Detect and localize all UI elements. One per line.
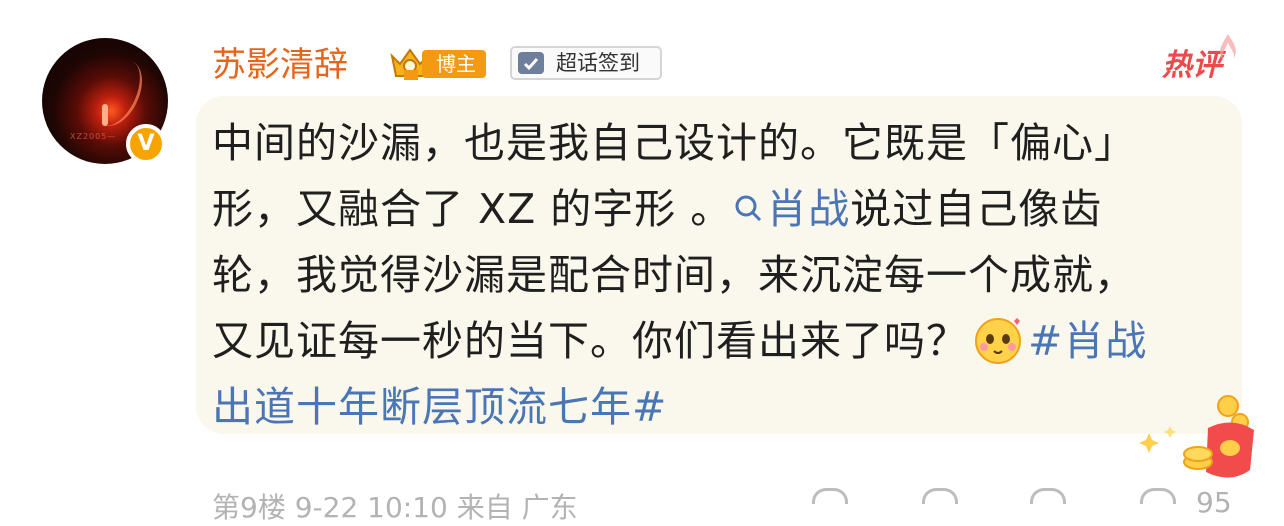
search-icon — [735, 195, 762, 222]
hot-comment-label: 热评 — [1162, 48, 1222, 83]
comment-line-3: 轮，我觉得沙漏是配合时间，来沉淀每一个成就， — [212, 251, 1136, 299]
blogger-badge[interactable]: 博主 — [388, 44, 500, 82]
topic-hashtag-start[interactable]: #肖战 — [1028, 317, 1147, 365]
comment-text: 中间的沙漏，也是我自己设计的。它既是「偏心」 形，又融合了 XZ 的字形 。肖战… — [212, 110, 1222, 440]
comment-icon[interactable] — [1030, 488, 1066, 504]
comment-line-2-tail: 说过自己像齿 — [850, 185, 1103, 233]
comment-line-2-text: 形，又融合了 XZ 的字形 。 — [212, 185, 733, 233]
verified-badge-icon: V — [126, 124, 166, 164]
hot-comment-tag: 热评 — [1162, 34, 1242, 88]
comment-line-4: 又见证每一秒的当下。你们看出来了吗？ #肖战 — [212, 308, 1222, 374]
comment-line-5: 出道十年断层顶流七年# — [212, 374, 1222, 440]
checkin-badge[interactable]: 超话签到 — [510, 46, 662, 80]
username[interactable]: 苏影清辞 — [212, 40, 348, 90]
flame-icon — [1220, 34, 1236, 62]
comment-line-1: 中间的沙漏，也是我自己设计的。它既是「偏心」 — [212, 119, 1136, 167]
blogger-badge-label: 博主 — [422, 50, 486, 78]
mention-link-text: 肖战 — [766, 185, 851, 233]
avatar-swirl — [83, 52, 152, 134]
avatar-watermark: XZ2005— — [70, 132, 117, 141]
comment-line-4-text: 又见证每一秒的当下。你们看出来了吗？ — [212, 317, 968, 365]
mention-link[interactable]: 肖战 — [732, 185, 850, 233]
blushing-emoji-icon — [975, 318, 1021, 364]
like-count: 95 — [1196, 486, 1232, 519]
checkin-badge-label: 超话签到 — [556, 51, 640, 75]
topic-hashtag-end[interactable]: 出道十年断层顶流七年# — [212, 383, 667, 431]
lucky-bag-decoration-icon — [1139, 395, 1254, 478]
comment-meta: 第9楼 9-22 10:10 来自 广东 — [212, 491, 578, 524]
forward-icon[interactable] — [922, 488, 958, 504]
calendar-check-icon — [518, 52, 544, 74]
avatar-figure — [102, 104, 108, 126]
comment-line-2: 形，又融合了 XZ 的字形 。肖战说过自己像齿 — [212, 176, 1222, 242]
reply-icon[interactable] — [812, 488, 848, 504]
like-icon[interactable] — [1140, 488, 1176, 504]
